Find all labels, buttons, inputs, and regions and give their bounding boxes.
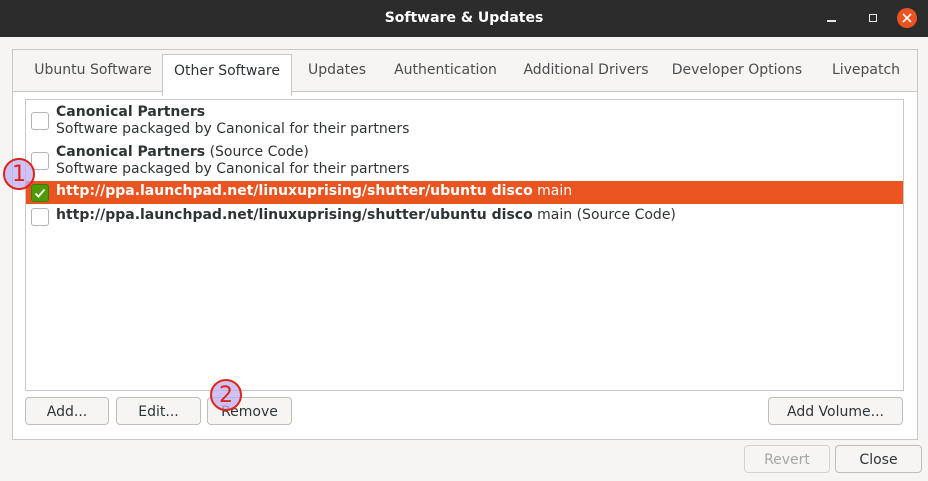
source-suffix: main (532, 183, 573, 199)
list-item[interactable]: Canonical Partners (Source Code) Softwar… (26, 140, 903, 180)
add-volume-button[interactable]: Add Volume... (768, 397, 903, 425)
add-button[interactable]: Add... (25, 397, 109, 425)
source-name: Canonical Partners (56, 144, 206, 160)
revert-button[interactable]: Revert (744, 445, 830, 473)
source-description: Software packaged by Canonical for their… (56, 121, 410, 137)
annotation-marker-2: 2 (210, 379, 242, 411)
source-name: http://ppa.launchpad.net/linuxuprising/s… (56, 183, 533, 199)
tab-authentication[interactable]: Authentication (383, 50, 508, 91)
settings-notebook: Ubuntu Software Other Software Updates A… (12, 49, 918, 440)
source-description: Software packaged by Canonical for their… (56, 161, 410, 177)
close-button[interactable]: Close (835, 445, 922, 473)
list-item-selected[interactable]: http://ppa.launchpad.net/linuxuprising/s… (26, 181, 903, 204)
tab-additional-drivers[interactable]: Additional Drivers (516, 50, 656, 91)
window-title: Software & Updates (384, 10, 544, 26)
list-item[interactable]: Canonical Partners Software packaged by … (26, 100, 903, 140)
tab-bar: Ubuntu Software Other Software Updates A… (13, 50, 917, 96)
source-name: Canonical Partners (56, 104, 206, 120)
source-name: http://ppa.launchpad.net/linuxuprising/s… (56, 207, 533, 223)
tab-livepatch[interactable]: Livepatch (819, 50, 913, 91)
tab-developer-options[interactable]: Developer Options (665, 50, 809, 91)
source-suffix: main (Source Code) (532, 207, 676, 223)
tab-updates[interactable]: Updates (299, 50, 375, 91)
tab-other-software[interactable]: Other Software (162, 54, 292, 96)
source-checkbox-checked[interactable] (31, 184, 49, 202)
sources-list[interactable]: Canonical Partners Software packaged by … (25, 99, 904, 391)
list-item[interactable]: http://ppa.launchpad.net/linuxuprising/s… (26, 204, 903, 228)
source-checkbox[interactable] (31, 208, 49, 226)
checkmark-icon (34, 188, 46, 198)
source-suffix: (Source Code) (205, 144, 309, 160)
title-bar: Software & Updates (0, 0, 928, 37)
annotation-marker-1: 1 (3, 158, 35, 190)
minimize-icon[interactable] (822, 8, 842, 28)
edit-button[interactable]: Edit... (116, 397, 201, 425)
source-checkbox[interactable] (31, 112, 49, 130)
close-window-icon[interactable] (897, 8, 917, 28)
maximize-icon[interactable] (863, 8, 883, 28)
tab-ubuntu-software[interactable]: Ubuntu Software (19, 50, 167, 91)
